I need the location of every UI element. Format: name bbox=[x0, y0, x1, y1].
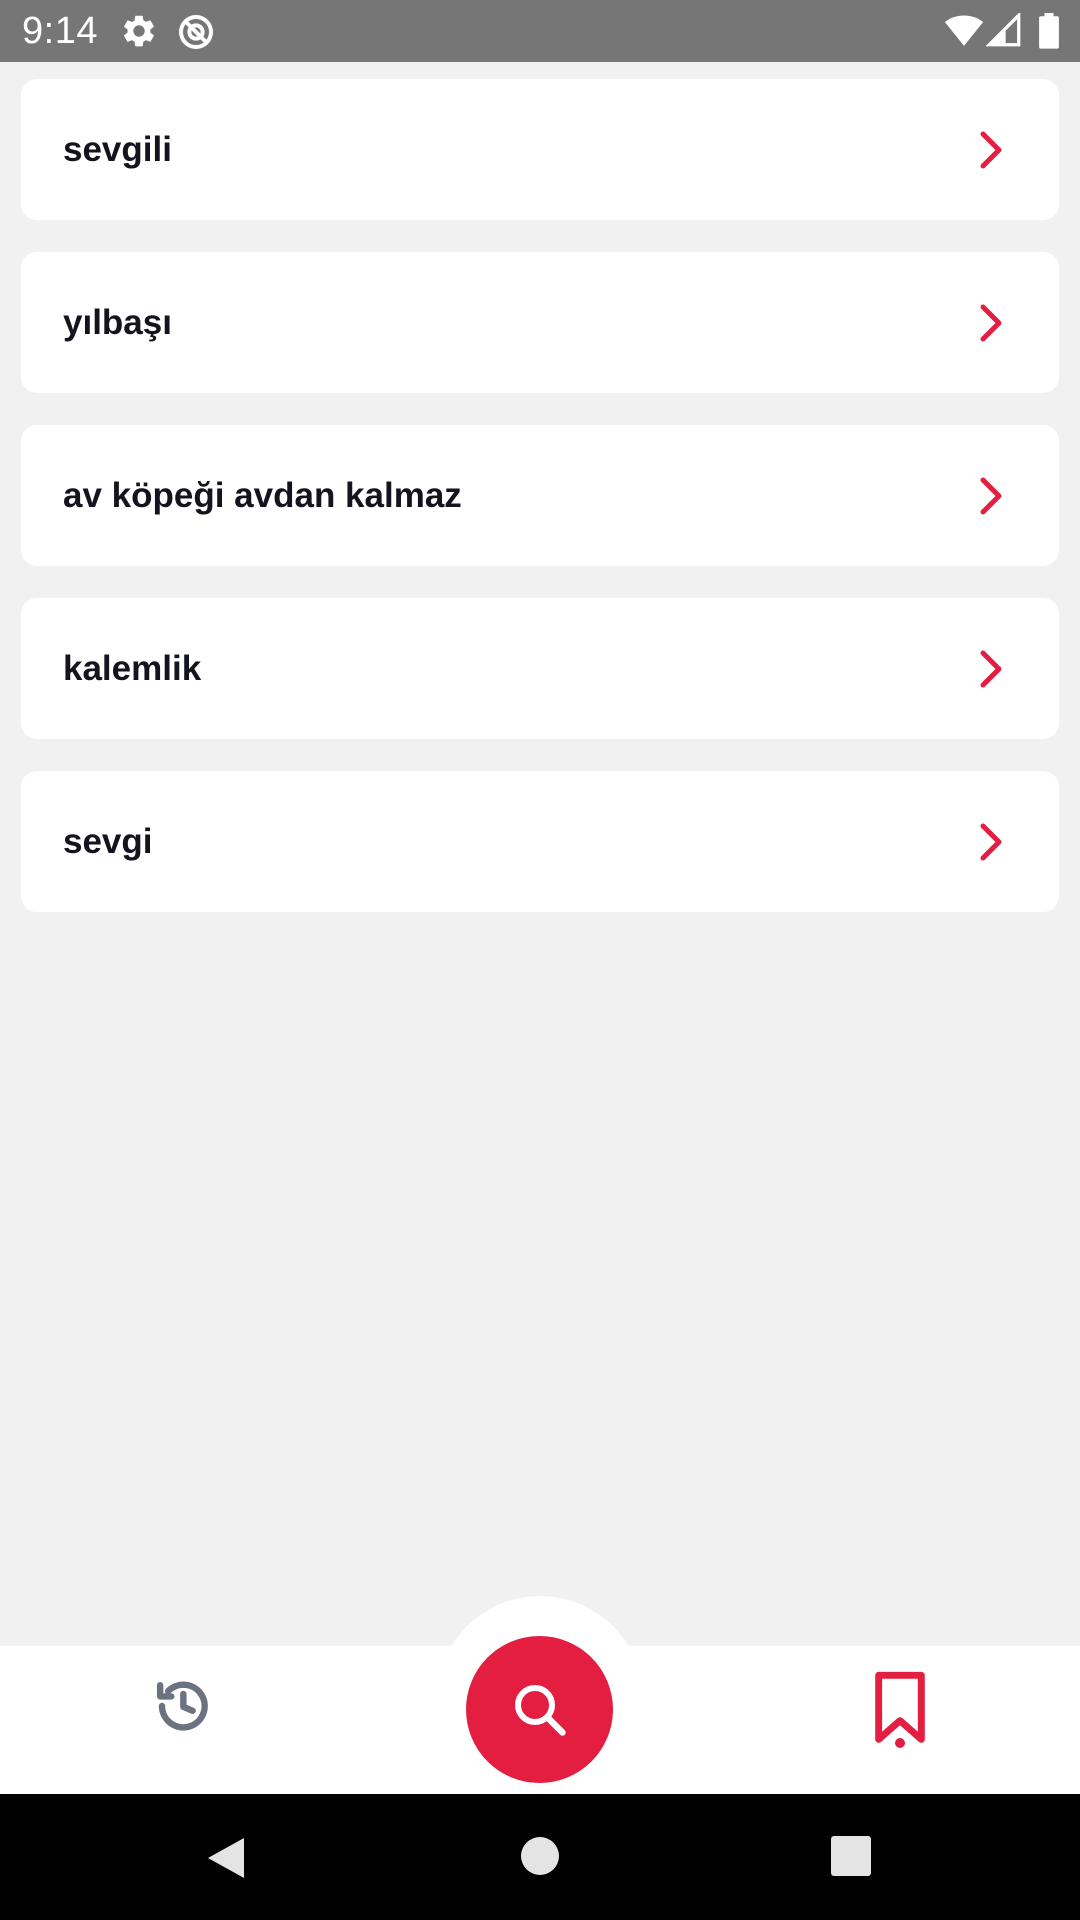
chevron-right-icon bbox=[980, 131, 1002, 168]
list-item[interactable]: yılbaşı bbox=[21, 252, 1059, 393]
list-item-label: sevgi bbox=[63, 821, 153, 861]
settings-icon bbox=[124, 15, 154, 47]
back-icon[interactable] bbox=[204, 1834, 248, 1882]
history-icon[interactable] bbox=[150, 1674, 214, 1738]
battery-icon bbox=[1039, 13, 1059, 49]
selected-indicator bbox=[895, 1738, 905, 1748]
search-icon bbox=[514, 1684, 566, 1736]
data-saver-icon bbox=[179, 15, 213, 49]
list-item-label: yılbaşı bbox=[63, 302, 172, 342]
recents-icon[interactable] bbox=[830, 1834, 872, 1878]
list-item-label: av köpeği avdan kalmaz bbox=[63, 475, 462, 515]
result-list: sevgili yılbaşı av köpeği avdan kalmaz k… bbox=[21, 79, 1059, 944]
wifi-icon bbox=[944, 15, 984, 46]
status-bar: 9:14 bbox=[0, 0, 1080, 62]
search-button[interactable] bbox=[466, 1636, 613, 1783]
chevron-right-icon bbox=[980, 650, 1002, 687]
chevron-right-icon bbox=[980, 304, 1002, 341]
signal-icon bbox=[986, 13, 1021, 47]
status-time: 9:14 bbox=[22, 10, 98, 52]
list-item[interactable]: kalemlik bbox=[21, 598, 1059, 739]
list-item[interactable]: av köpeği avdan kalmaz bbox=[21, 425, 1059, 566]
home-icon[interactable] bbox=[520, 1834, 560, 1878]
system-nav-bar bbox=[0, 1794, 1080, 1920]
chevron-right-icon bbox=[980, 477, 1002, 514]
list-item-label: kalemlik bbox=[63, 648, 202, 688]
list-item[interactable]: sevgi bbox=[21, 771, 1059, 912]
list-item[interactable]: sevgili bbox=[21, 79, 1059, 220]
list-item-label: sevgili bbox=[63, 129, 172, 169]
chevron-right-icon bbox=[980, 823, 1002, 860]
